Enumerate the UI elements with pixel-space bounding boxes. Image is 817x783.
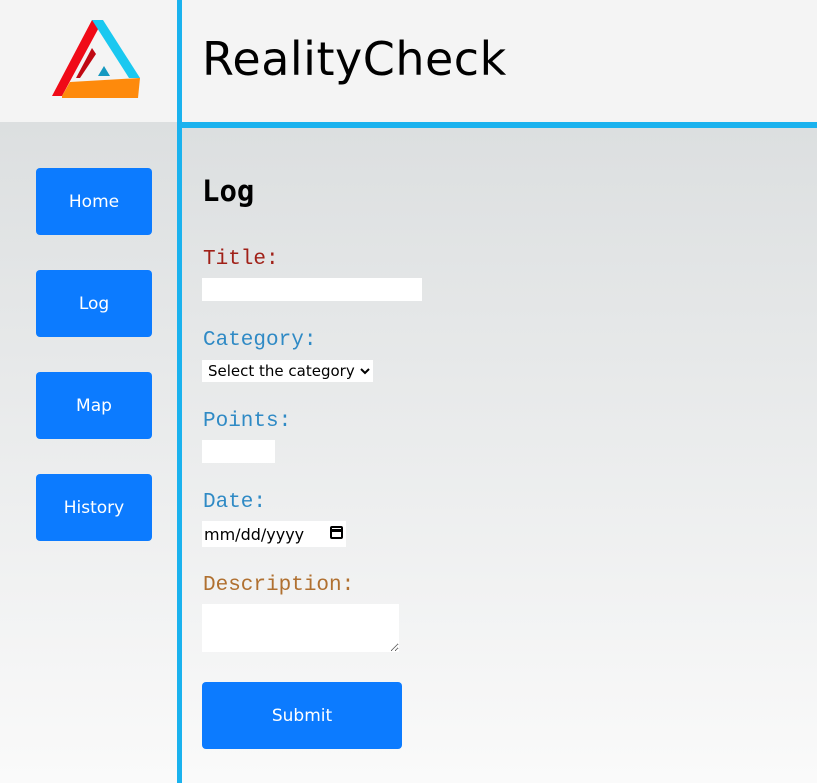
page-title: Log bbox=[202, 174, 255, 208]
main-content: Log Title: Category: Select the category… bbox=[182, 128, 817, 783]
description-textarea[interactable] bbox=[202, 604, 399, 652]
nav-log-button[interactable]: Log bbox=[36, 270, 152, 337]
app-title: RealityCheck bbox=[202, 32, 507, 86]
title-input[interactable] bbox=[202, 278, 422, 301]
nav-home-button[interactable]: Home bbox=[36, 168, 152, 235]
app-header: RealityCheck bbox=[182, 0, 817, 122]
logo-area bbox=[0, 0, 177, 122]
date-label: Date: bbox=[203, 491, 267, 514]
submit-button[interactable]: Submit bbox=[202, 682, 402, 749]
points-label: Points: bbox=[203, 410, 292, 433]
title-label: Title: bbox=[203, 248, 279, 271]
nav-history-button[interactable]: History bbox=[36, 474, 152, 541]
category-select[interactable]: Select the category bbox=[202, 360, 373, 382]
calendar-icon[interactable] bbox=[330, 526, 343, 539]
category-label: Category: bbox=[203, 329, 317, 352]
impossible-triangle-logo-icon bbox=[52, 20, 140, 98]
description-label: Description: bbox=[203, 574, 355, 597]
nav-map-button[interactable]: Map bbox=[36, 372, 152, 439]
points-input[interactable] bbox=[202, 440, 275, 463]
date-input[interactable]: mm/dd/yyyy bbox=[202, 521, 346, 547]
sidebar-nav: Home Log Map History bbox=[0, 122, 177, 783]
date-placeholder: mm/dd/yyyy bbox=[204, 524, 305, 544]
